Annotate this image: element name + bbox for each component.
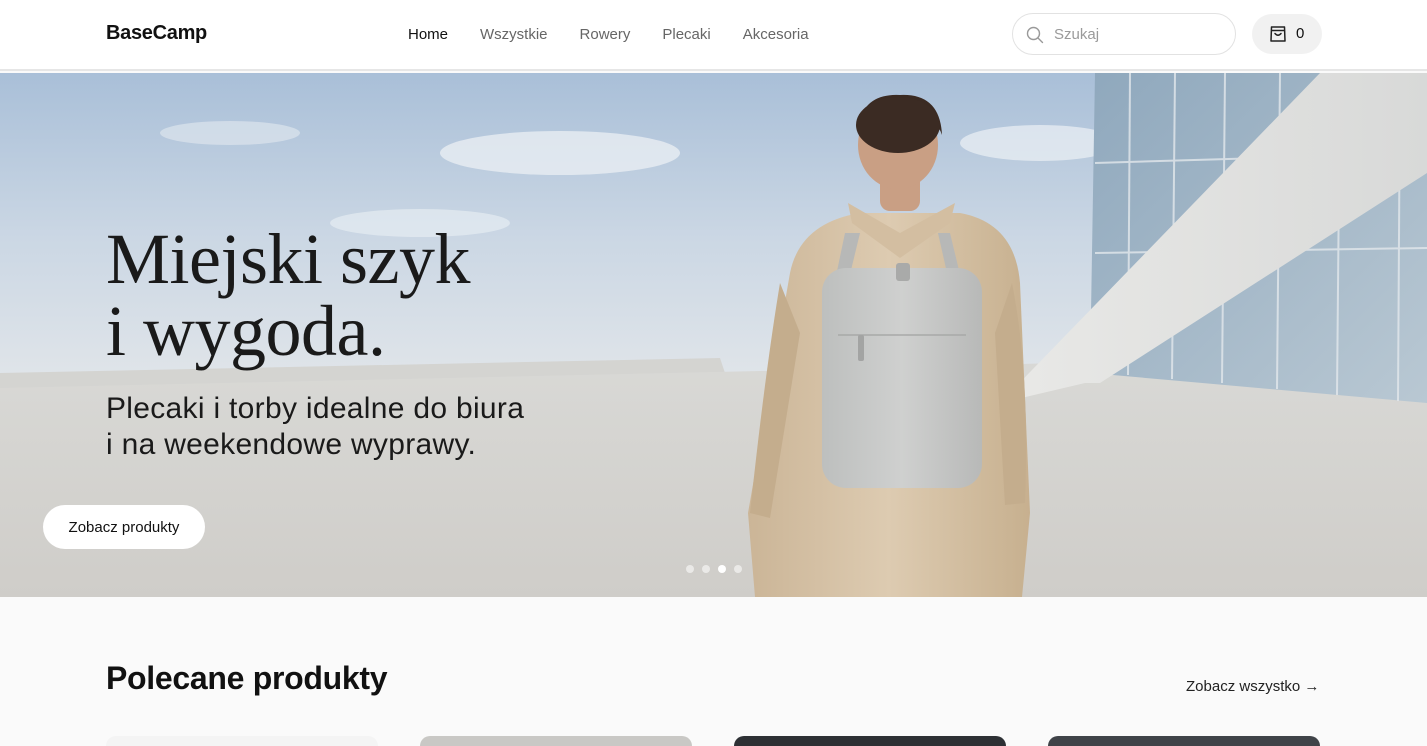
hero-banner: Miejski szyk i wygoda. Plecaki i torby i… xyxy=(0,73,1427,597)
cart-count: 0 xyxy=(1296,25,1305,42)
nav-akcesoria[interactable]: Akcesoria xyxy=(743,26,809,43)
product-card[interactable] xyxy=(734,736,1006,746)
hero-subtitle: Plecaki i torby idealne do biura i na we… xyxy=(106,392,525,461)
carousel-dots xyxy=(686,565,742,573)
search-icon xyxy=(1026,26,1044,44)
featured-section-title: Polecane produkty xyxy=(106,660,388,696)
nav-rowery[interactable]: Rowery xyxy=(580,26,631,43)
brand-logo[interactable]: BaseCamp xyxy=(106,22,207,45)
nav-wszystkie[interactable]: Wszystkie xyxy=(480,26,548,43)
carousel-dot[interactable] xyxy=(734,565,742,573)
hero-title: Miejski szyk i wygoda. xyxy=(106,219,470,371)
product-card[interactable] xyxy=(106,736,378,746)
carousel-dot[interactable] xyxy=(686,565,694,573)
product-card[interactable] xyxy=(1048,736,1320,746)
site-header: BaseCamp Home Wszystkie Rowery Plecaki A… xyxy=(0,0,1427,71)
nav-plecaki[interactable]: Plecaki xyxy=(662,26,710,43)
main-nav: Home Wszystkie Rowery Plecaki Akcesoria xyxy=(408,26,809,43)
cart-button[interactable]: 0 xyxy=(1252,14,1322,54)
search-box[interactable] xyxy=(1012,13,1236,55)
carousel-dot[interactable] xyxy=(702,565,710,573)
nav-home[interactable]: Home xyxy=(408,26,448,43)
see-all-link[interactable]: Zobacz wszystko → xyxy=(1186,678,1319,695)
search-input[interactable] xyxy=(1054,14,1224,54)
carousel-dot-active[interactable] xyxy=(718,565,726,573)
hero-cta-button[interactable]: Zobacz produkty xyxy=(43,505,205,549)
shopping-bag-icon xyxy=(1270,26,1286,42)
product-card[interactable] xyxy=(420,736,692,746)
